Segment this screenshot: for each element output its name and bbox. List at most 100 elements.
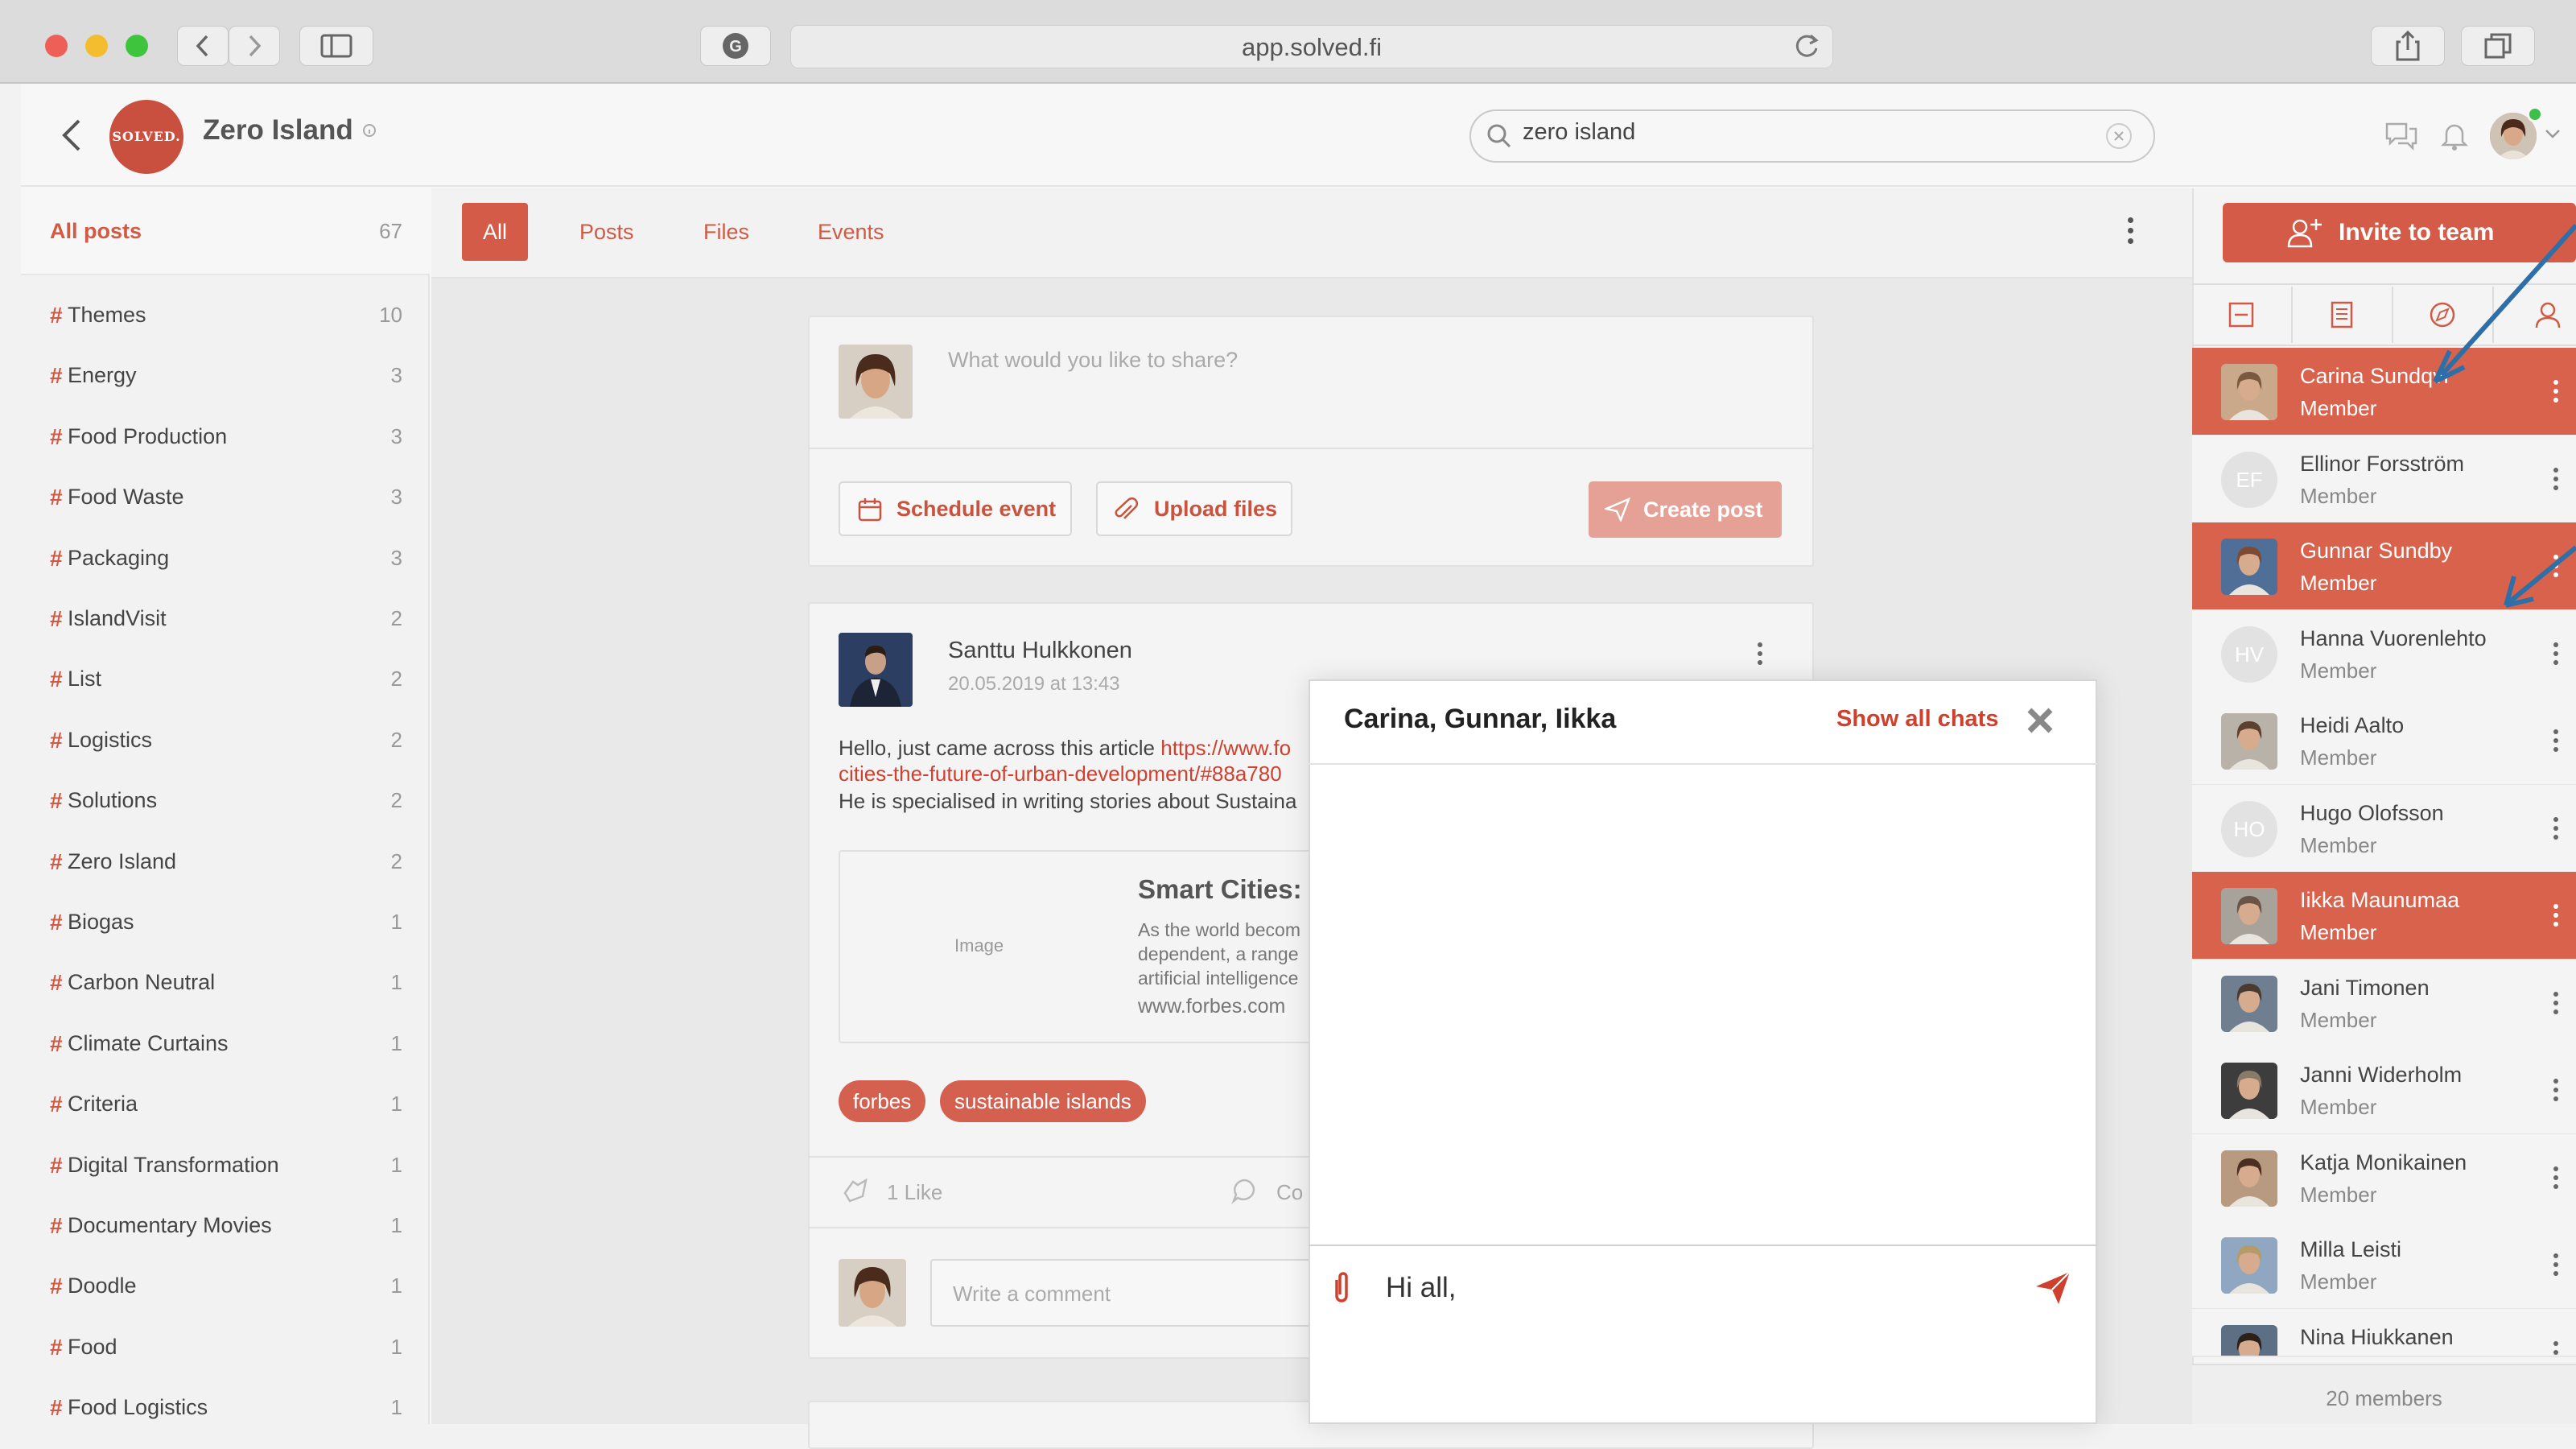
tag-name: Climate Curtains [68, 1030, 229, 1055]
member-menu-icon[interactable] [2553, 1340, 2560, 1356]
more-options-icon[interactable] [2128, 217, 2134, 244]
tag-name: IslandVisit [68, 606, 167, 630]
member-role: Member [2300, 1269, 2377, 1294]
member-menu-icon[interactable] [2553, 991, 2560, 1018]
article-link-continued[interactable]: cities-the-future-of-urban-development/#… [839, 762, 1282, 786]
address-bar[interactable]: app.solved.fi [790, 25, 1833, 68]
member-menu-icon[interactable] [2553, 1253, 2560, 1280]
share-button[interactable] [2371, 26, 2445, 66]
search-input[interactable]: zero island [1523, 119, 1635, 146]
browser-back-button[interactable] [177, 26, 229, 66]
member-role: Member [2300, 1182, 2377, 1207]
tab-events[interactable]: Events [797, 203, 905, 261]
member-row[interactable]: Heidi Aalto Member [2192, 697, 2576, 786]
member-row[interactable]: Iikka Maunumaa Member [2192, 872, 2576, 960]
all-posts-item[interactable]: All posts 67 [21, 188, 430, 275]
member-initials-avatar: HO [2221, 800, 2277, 857]
likes-count[interactable]: 1 Like [887, 1180, 942, 1205]
sidebar-tag-item[interactable]: # Energy 3 [21, 350, 430, 398]
member-menu-icon[interactable] [2553, 816, 2560, 844]
tag-name: Zero Island [68, 848, 177, 873]
member-row[interactable]: Janni Widerholm Member [2192, 1046, 2576, 1135]
sidebar-tag-item[interactable]: # IslandVisit 2 [21, 593, 430, 642]
article-link[interactable]: https://www.fo [1160, 736, 1291, 760]
browser-forward-button[interactable] [229, 26, 280, 66]
member-name: Janni Widerholm [2300, 1063, 2463, 1087]
tab-files[interactable]: Files [682, 203, 770, 261]
tab-posts[interactable]: Posts [558, 203, 655, 261]
sidebar-tag-item[interactable]: # Food Logistics 1 [21, 1382, 430, 1430]
chevron-down-icon[interactable] [2545, 129, 2561, 140]
member-row[interactable]: Jani Timonen Member [2192, 959, 2576, 1048]
add-user-icon [2287, 219, 2322, 248]
comments-label[interactable]: Co [1276, 1180, 1303, 1205]
member-menu-icon[interactable] [2553, 642, 2560, 669]
sidebar-tag-item[interactable]: # Criteria 1 [21, 1079, 430, 1127]
member-photo [2221, 1237, 2277, 1294]
tabs-overview-button[interactable] [2461, 26, 2535, 66]
close-icon[interactable] [2025, 705, 2055, 736]
send-message-icon[interactable] [2034, 1270, 2071, 1306]
zoom-window-button[interactable] [126, 35, 148, 57]
sidebar-tag-item[interactable]: # Logistics 2 [21, 715, 430, 763]
sidebar-toggle-button[interactable] [299, 26, 373, 66]
sidebar-tag-item[interactable]: # Zero Island 2 [21, 836, 430, 885]
member-row[interactable]: Milla Leisti Member [2192, 1221, 2576, 1310]
sidebar-tag-item[interactable]: # Climate Curtains 1 [21, 1018, 430, 1067]
sidebar-tag-item[interactable]: # Doodle 1 [21, 1261, 430, 1309]
attachment-icon[interactable] [1329, 1269, 1354, 1306]
hash-icon: # [50, 848, 63, 874]
hash-icon: # [50, 667, 63, 692]
sidebar-tag-item[interactable]: # Packaging 3 [21, 533, 430, 581]
close-window-button[interactable] [45, 35, 68, 57]
member-name: Hanna Vuorenlehto [2300, 625, 2487, 650]
tag-count: 3 [390, 423, 402, 448]
member-row[interactable]: HO Hugo Olofsson Member [2192, 784, 2576, 873]
member-row[interactable]: Katja Monikainen Member [2192, 1133, 2576, 1223]
info-icon[interactable] [362, 123, 377, 138]
comment-icon[interactable] [1231, 1177, 1259, 1204]
member-menu-icon[interactable] [2553, 1079, 2560, 1105]
sidebar-tag-item[interactable]: # Food 1 [21, 1322, 430, 1370]
sidebar-tag-item[interactable]: # Carbon Neutral 1 [21, 957, 430, 1005]
chat-message-input[interactable]: Hi all, [1386, 1272, 1457, 1304]
composer-input[interactable]: What would you like to share? [948, 348, 1238, 373]
sidebar-tag-item[interactable]: # List 2 [21, 654, 430, 702]
member-menu-icon[interactable] [2553, 729, 2560, 756]
tab-all[interactable]: All [462, 203, 529, 261]
chat-icon[interactable] [2384, 119, 2419, 151]
svg-text:G: G [729, 38, 742, 56]
tag-pill-forbes[interactable]: forbes [839, 1080, 926, 1122]
member-name: Hugo Olofsson [2300, 800, 2444, 825]
tag-pill-sustainable-islands[interactable]: sustainable islands [940, 1080, 1146, 1122]
author-avatar[interactable] [839, 633, 913, 707]
preview-desc-2: dependent, a range [1138, 943, 1299, 964]
post-author[interactable]: Santtu Hulkkonen [948, 638, 1132, 664]
chat-messages-area [1310, 765, 2096, 1245]
upload-files-button[interactable]: Upload files [1096, 481, 1292, 536]
show-all-chats-link[interactable]: Show all chats [1836, 706, 1998, 733]
member-menu-icon[interactable] [2553, 1166, 2560, 1193]
sidebar-tag-item[interactable]: # Documentary Movies 1 [21, 1200, 430, 1249]
like-icon[interactable] [842, 1177, 869, 1204]
clear-search-icon[interactable] [2105, 122, 2133, 150]
minimize-window-button[interactable] [85, 35, 108, 57]
panel-tab-documents[interactable] [2293, 287, 2393, 343]
schedule-event-button[interactable]: Schedule event [839, 481, 1072, 536]
bell-icon[interactable] [2440, 119, 2469, 151]
sidebar-tag-item[interactable]: # Digital Transformation 1 [21, 1140, 430, 1188]
sidebar-tag-item[interactable]: # Themes 10 [21, 290, 430, 338]
sidebar-tag-item[interactable]: # Solutions 2 [21, 775, 430, 824]
tag-count: 3 [390, 363, 402, 388]
member-row[interactable]: Nina Hiukkanen [2192, 1308, 2576, 1357]
reload-icon[interactable] [1793, 32, 1820, 61]
sidebar-tag-item[interactable]: # Food Waste 3 [21, 472, 430, 520]
sidebar-tag-item[interactable]: # Biogas 1 [21, 897, 430, 945]
create-post-button[interactable]: Create post [1589, 481, 1782, 538]
post-menu-icon[interactable] [1758, 642, 1764, 665]
member-menu-icon[interactable] [2553, 904, 2560, 931]
panel-tab-overview[interactable] [2192, 287, 2293, 343]
sidebar-tag-item[interactable]: # Food Production 3 [21, 411, 430, 460]
back-arrow-icon[interactable] [60, 118, 84, 153]
grammarly-extension-button[interactable]: G [700, 26, 771, 66]
